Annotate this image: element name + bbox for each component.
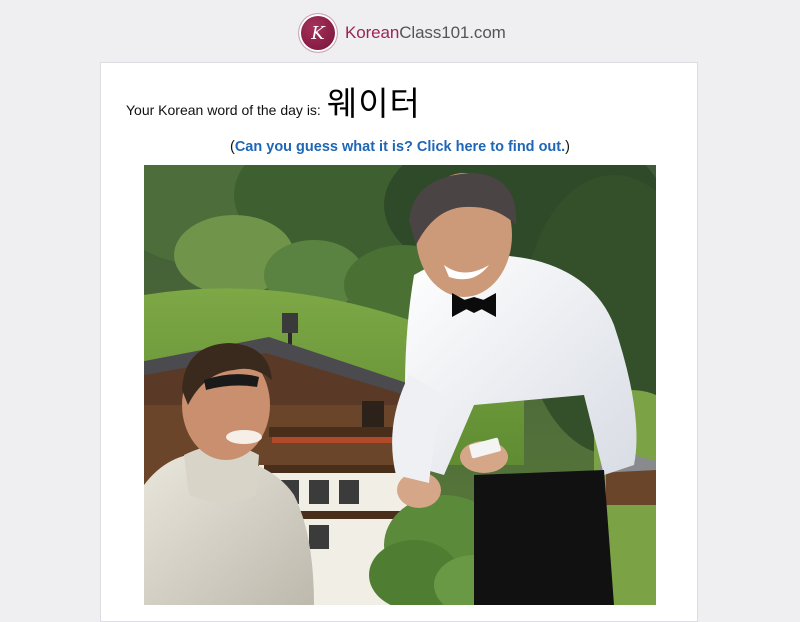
hint-close-paren: ) [565,139,570,155]
guess-hint: (Can you guess what it is? Click here to… [101,139,699,155]
word-of-day-word: 웨이터 [326,84,421,123]
find-out-link[interactable]: Can you guess what it is? Click here to … [235,139,565,155]
word-of-day-card: Your Korean word of the day is: 웨이터 (Can… [100,62,698,622]
site-logo-link[interactable]: K KoreanClass101.com [299,13,506,53]
word-of-day-row: Your Korean word of the day is: 웨이터 [126,77,421,125]
word-of-day-label: Your Korean word of the day is: [126,102,321,118]
logo-mark-icon: K [299,14,337,52]
logo-mark-letter: K [310,23,326,44]
logo-wordmark: KoreanClass101.com [345,23,506,43]
word-photo[interactable] [144,165,656,605]
logo-brand-korean: Korean [345,23,400,42]
logo-brand-class: Class101.com [399,23,506,42]
site-header: K KoreanClass101.com [0,0,800,62]
waiter-serving-customer-image [144,165,656,605]
